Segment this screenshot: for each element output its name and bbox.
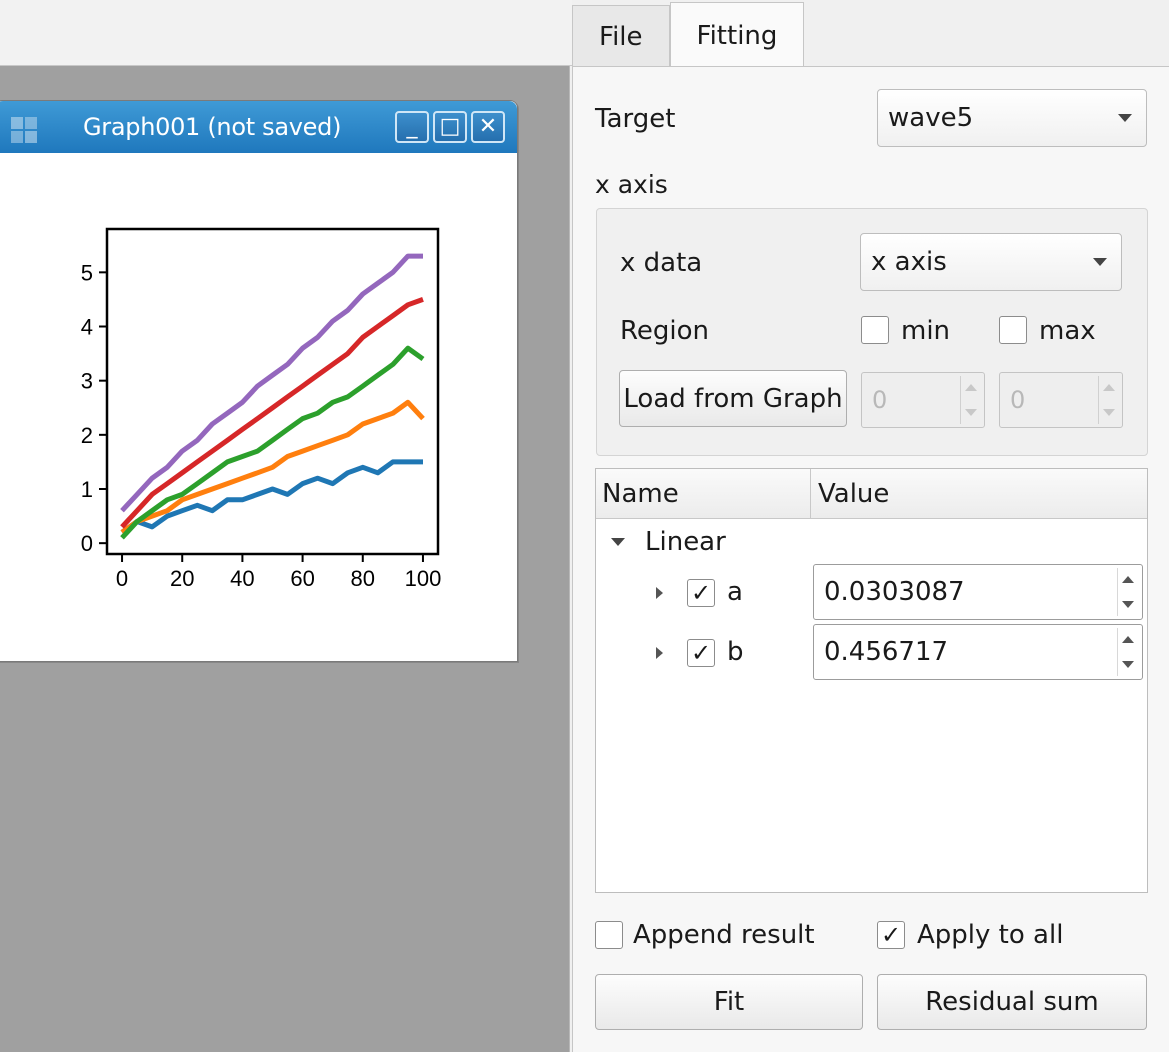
region-max-spinbox[interactable]: 0: [999, 372, 1123, 428]
y-tick-label: 2: [81, 423, 93, 448]
arrow-down-icon: [965, 409, 977, 416]
name-column-header[interactable]: Name: [602, 469, 679, 519]
x-tick-label: 20: [170, 566, 194, 591]
column-divider[interactable]: [810, 469, 811, 519]
expand-down-icon[interactable]: [611, 538, 625, 546]
graph-window-icon: [11, 117, 37, 143]
load-from-graph-label: Load from Graph: [623, 383, 843, 414]
param-b-checkbox[interactable]: ✓: [687, 639, 715, 667]
min-checkbox[interactable]: [861, 316, 889, 344]
fit-button[interactable]: Fit: [595, 974, 863, 1030]
x-data-combo[interactable]: x axis: [860, 233, 1122, 291]
graph-window-titlebar[interactable]: Graph001 (not saved) _ □ ✕: [0, 101, 517, 153]
graph-window[interactable]: Graph001 (not saved) _ □ ✕ 0 20 40 60 80 100 …: [0, 100, 518, 662]
parameter-tree[interactable]: Name Value Linear ✓ a 0.0303087 ✓ b 0.45…: [595, 468, 1148, 893]
series-line-1: [120, 459, 423, 535]
arrow-up-icon: [1103, 384, 1115, 391]
x-tick-label: 0: [116, 566, 128, 591]
region-min-value: 0: [872, 386, 888, 414]
minimize-button[interactable]: _: [395, 111, 429, 143]
y-tick-label: 0: [81, 531, 93, 556]
param-a-value: 0.0303087: [824, 577, 965, 607]
apply-to-all-checkbox[interactable]: ✓: [877, 921, 905, 949]
param-a-checkbox[interactable]: ✓: [687, 579, 715, 607]
y-tick-label: 5: [81, 260, 93, 285]
app-root: Graph001 (not saved) _ □ ✕ 0 20 40 60 80 100 …: [0, 0, 1169, 1052]
expand-right-icon[interactable]: [656, 647, 663, 659]
x-tick-label: 100: [405, 566, 442, 591]
param-b-name: b: [727, 637, 744, 667]
param-a-stepper[interactable]: [1117, 568, 1139, 616]
close-button[interactable]: ✕: [471, 111, 505, 143]
tab-file-label: File: [599, 21, 643, 52]
tab-fitting-label: Fitting: [696, 20, 778, 51]
y-tick-label: 1: [81, 477, 93, 502]
mdi-top-strip: [0, 0, 572, 66]
region-max-value: 0: [1010, 386, 1026, 414]
tab-file[interactable]: File: [572, 5, 670, 67]
plot-area[interactable]: 0 20 40 60 80 100 0 1 2 3 4 5: [0, 153, 517, 661]
target-combo-value: wave5: [888, 103, 974, 133]
x-axis-section-label: x axis: [595, 170, 668, 199]
window-controls: _ □ ✕: [395, 111, 505, 143]
tree-header: Name Value: [596, 469, 1147, 519]
model-name: Linear: [645, 527, 726, 557]
x-tick-label: 60: [290, 566, 314, 591]
residual-sum-label: Residual sum: [925, 987, 1099, 1017]
param-a-name: a: [727, 577, 743, 607]
graph-window-title: Graph001 (not saved): [83, 113, 342, 141]
maximize-icon: □: [439, 114, 461, 139]
target-label: Target: [595, 104, 676, 134]
target-combo[interactable]: wave5: [877, 89, 1147, 147]
param-a-value-field[interactable]: 0.0303087: [813, 564, 1143, 620]
dock-tab-bar: File Fitting: [572, 0, 805, 68]
residual-sum-button[interactable]: Residual sum: [877, 974, 1147, 1030]
tab-fitting[interactable]: Fitting: [669, 2, 805, 68]
x-tick-label: 80: [351, 566, 375, 591]
arrow-up-icon: [1122, 576, 1134, 583]
line-chart[interactable]: 0 20 40 60 80 100 0 1 2 3 4 5: [0, 153, 517, 661]
series-line-4: [120, 297, 424, 529]
x-data-combo-value: x axis: [871, 247, 947, 277]
apply-to-all-label: Apply to all: [917, 920, 1064, 950]
max-label: max: [1039, 316, 1096, 346]
value-column-header[interactable]: Value: [818, 469, 889, 519]
arrow-down-icon: [1122, 661, 1134, 668]
chevron-down-icon: [1093, 258, 1107, 266]
arrow-down-icon: [1103, 409, 1115, 416]
region-max-stepper[interactable]: [1098, 376, 1118, 424]
close-icon: ✕: [478, 114, 498, 139]
chevron-down-icon: [1118, 114, 1132, 122]
arrow-up-icon: [1122, 636, 1134, 643]
maximize-button[interactable]: □: [433, 111, 467, 143]
arrow-down-icon: [1122, 601, 1134, 608]
y-tick-label: 4: [81, 315, 93, 340]
param-b-value-field[interactable]: 0.456717: [813, 624, 1143, 680]
max-checkbox[interactable]: [999, 316, 1027, 344]
load-from-graph-button[interactable]: Load from Graph: [619, 370, 847, 427]
x-tick-label: 40: [230, 566, 254, 591]
region-min-spinbox[interactable]: 0: [861, 372, 985, 428]
fit-button-label: Fit: [713, 987, 745, 1017]
min-label: min: [901, 316, 951, 346]
region-min-stepper[interactable]: [960, 376, 980, 424]
minimize-icon: _: [406, 114, 418, 139]
param-b-stepper[interactable]: [1117, 628, 1139, 676]
y-tick-label: 3: [81, 369, 93, 394]
append-result-label: Append result: [633, 920, 815, 950]
region-label: Region: [620, 316, 710, 346]
arrow-up-icon: [965, 384, 977, 391]
expand-right-icon[interactable]: [656, 587, 663, 599]
x-data-label: x data: [620, 248, 703, 278]
param-b-value: 0.456717: [824, 637, 949, 667]
append-result-checkbox[interactable]: [595, 921, 623, 949]
